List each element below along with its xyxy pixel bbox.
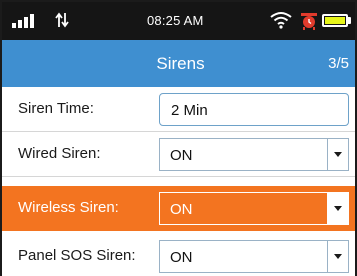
wireless-siren-row[interactable]: Wireless Siren: ON xyxy=(2,186,355,231)
siren-time-input[interactable]: 2 Min xyxy=(159,93,349,126)
title-bar: Sirens 3/5 xyxy=(2,40,355,87)
signal-bars-icon xyxy=(12,14,46,28)
wired-siren-label: Wired Siren: xyxy=(18,145,101,162)
siren-time-value: 2 Min xyxy=(171,102,208,119)
battery-icon xyxy=(322,14,348,27)
chevron-down-icon[interactable] xyxy=(327,193,348,224)
wireless-siren-value: ON xyxy=(170,201,193,218)
siren-time-row: Siren Time: 2 Min xyxy=(2,87,355,132)
chevron-down-icon[interactable] xyxy=(327,139,348,170)
panel-sos-siren-row: Panel SOS Siren: ON xyxy=(2,234,355,276)
data-transfer-icon xyxy=(55,12,69,28)
wired-siren-row: Wired Siren: ON xyxy=(2,132,355,177)
wireless-siren-select[interactable]: ON xyxy=(159,192,349,225)
wifi-icon xyxy=(270,12,292,29)
alarm-clock-icon xyxy=(301,13,317,30)
page-title: Sirens xyxy=(156,54,205,73)
chevron-down-icon[interactable] xyxy=(327,241,348,272)
wired-siren-select[interactable]: ON xyxy=(159,138,349,171)
wireless-siren-label: Wireless Siren: xyxy=(18,199,119,216)
battery-tip xyxy=(348,17,351,24)
page-indicator: 3/5 xyxy=(328,55,349,72)
panel-sos-siren-label: Panel SOS Siren: xyxy=(18,247,136,264)
device-screen: 08:25 AM Sirens 3/5 Siren Time: 2 Min Wi… xyxy=(0,0,357,276)
panel-sos-siren-value: ON xyxy=(170,249,193,266)
panel-sos-siren-select[interactable]: ON xyxy=(159,240,349,273)
wired-siren-value: ON xyxy=(170,147,193,164)
status-time: 08:25 AM xyxy=(147,13,204,28)
status-bar: 08:25 AM xyxy=(2,2,355,40)
siren-time-label: Siren Time: xyxy=(18,100,94,117)
